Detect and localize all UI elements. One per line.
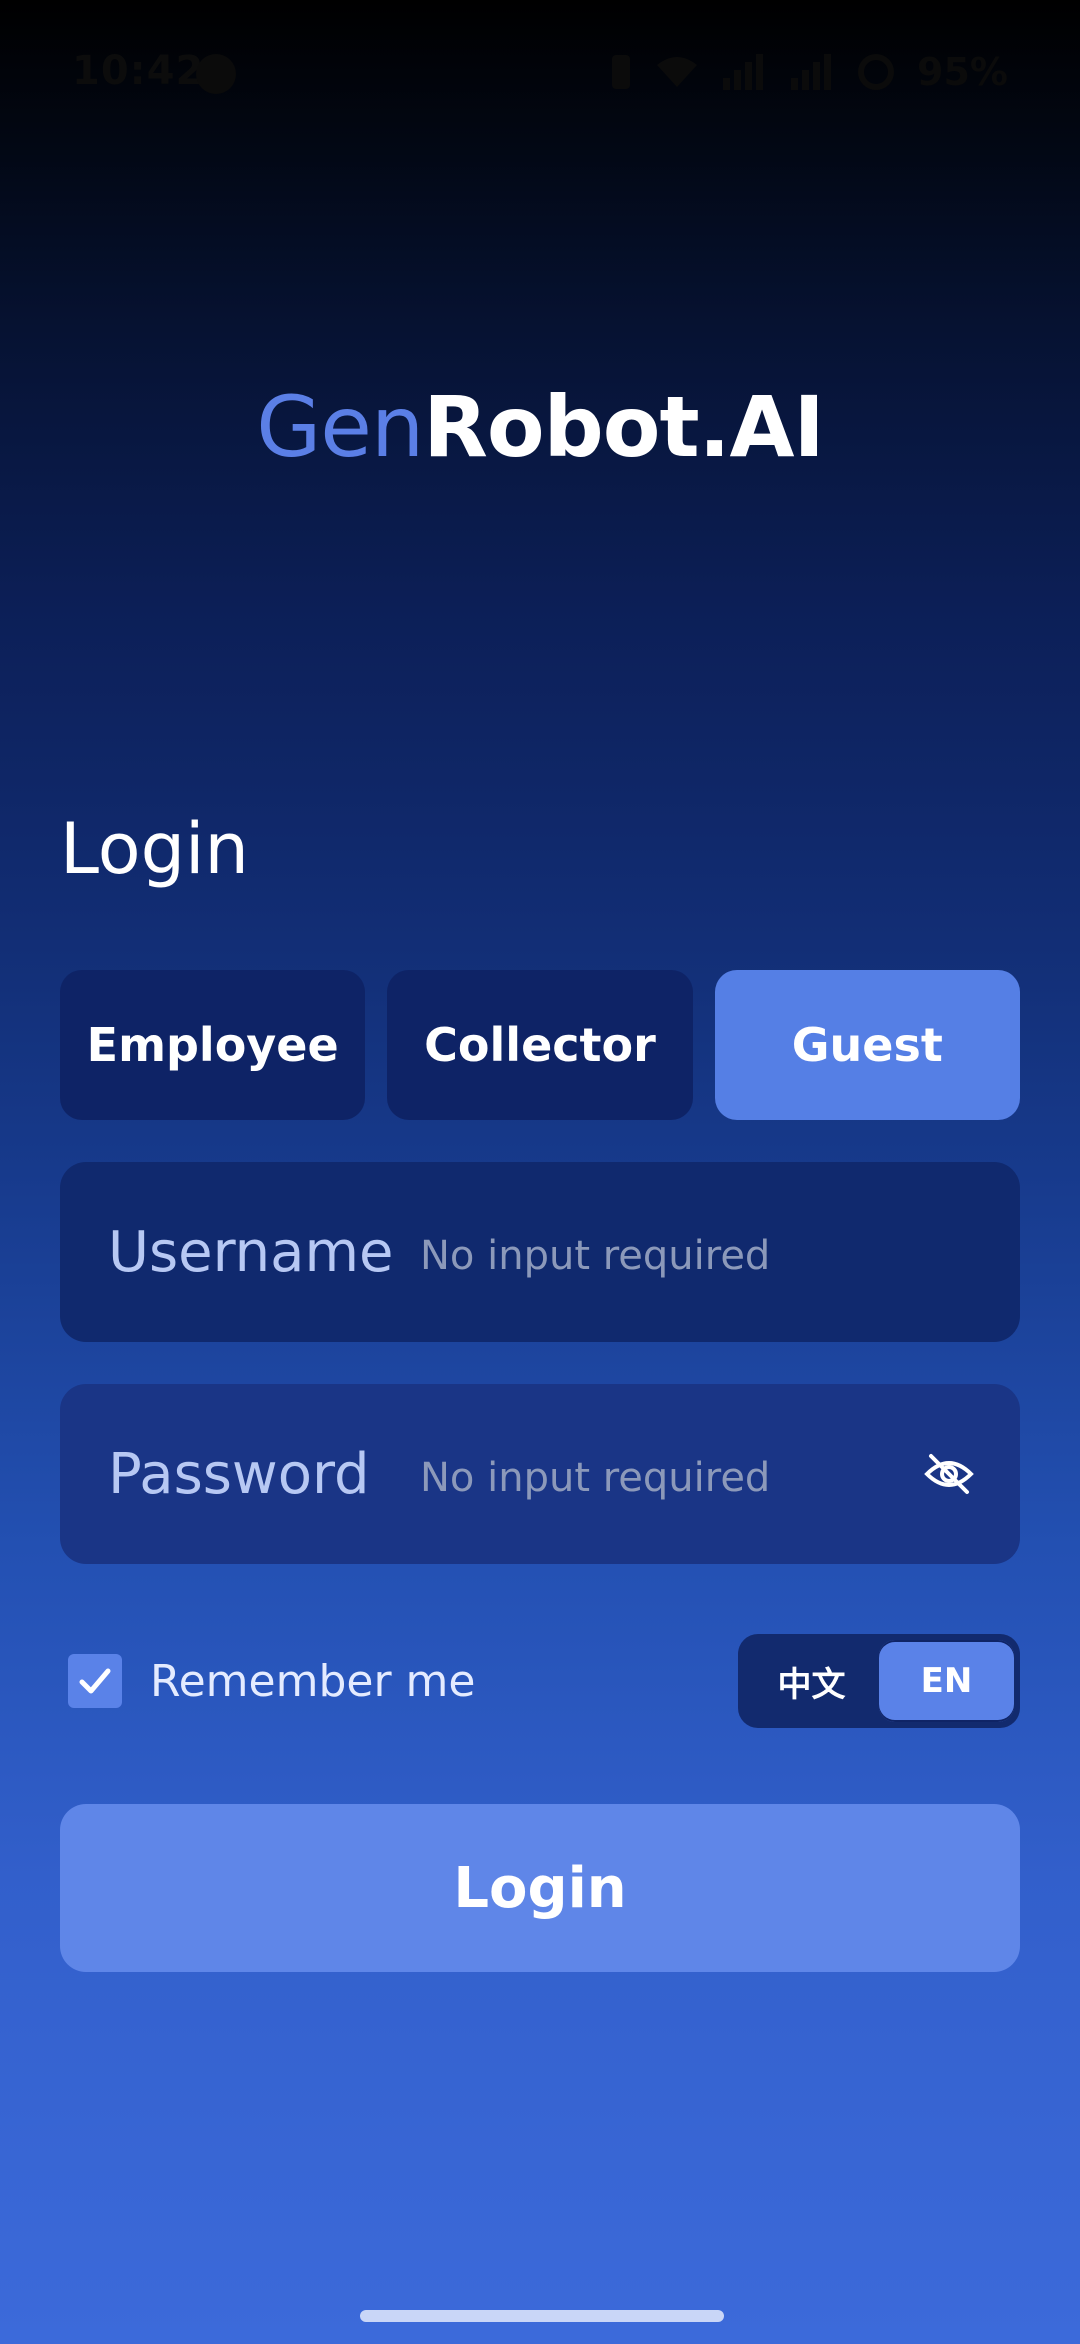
role-tabs: Employee Collector Guest	[60, 970, 1020, 1120]
password-input[interactable]	[420, 1455, 919, 1501]
notification-dot-icon	[196, 54, 236, 94]
brand-suffix: Robot.AI	[423, 378, 825, 476]
remember-checkbox[interactable]	[68, 1654, 122, 1708]
status-icons: 95%	[609, 50, 1008, 94]
role-tab-collector[interactable]: Collector	[387, 970, 693, 1120]
brand-logo: GenRobot.AI	[0, 378, 1080, 476]
lang-option-en[interactable]: EN	[879, 1640, 1014, 1722]
signal-icon	[721, 53, 767, 91]
language-switch: 中文 EN	[738, 1634, 1020, 1728]
status-time: 10:42	[72, 48, 205, 94]
role-tab-guest[interactable]: Guest	[714, 970, 1020, 1120]
role-tab-employee[interactable]: Employee	[60, 970, 366, 1120]
eye-off-icon[interactable]	[919, 1444, 978, 1504]
vibrate-icon	[609, 53, 633, 91]
remember-label: Remember me	[150, 1655, 476, 1707]
signal-icon-2	[789, 53, 835, 91]
brand-prefix: Gen	[256, 378, 424, 476]
remember-me[interactable]: Remember me	[68, 1652, 475, 1710]
username-label: Username	[108, 1219, 394, 1285]
username-field: Username	[60, 1162, 1020, 1342]
password-field: Password	[60, 1384, 1020, 1564]
wifi-icon	[655, 53, 699, 91]
home-indicator[interactable]	[360, 2310, 724, 2322]
login-button[interactable]: Login	[60, 1804, 1020, 1972]
battery-percent: 95%	[917, 50, 1008, 94]
password-label: Password	[108, 1441, 370, 1507]
username-input[interactable]	[420, 1233, 1020, 1279]
status-bar: 10:42 95%	[0, 0, 1080, 150]
battery-icon	[857, 53, 895, 91]
page-title: Login	[60, 808, 249, 890]
lang-option-zh[interactable]: 中文	[744, 1640, 879, 1722]
